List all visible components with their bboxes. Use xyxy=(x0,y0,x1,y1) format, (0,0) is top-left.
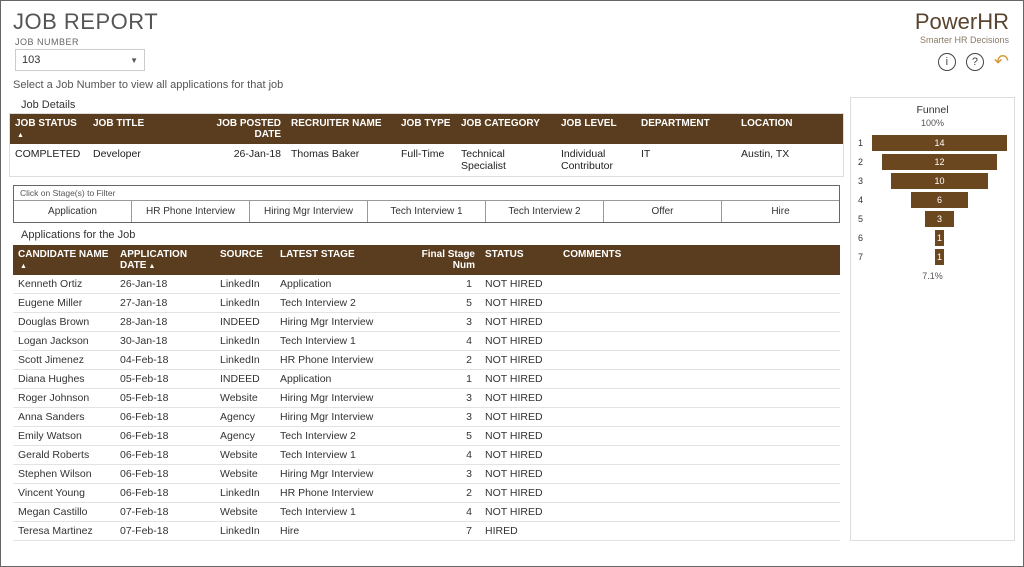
jd-col-level[interactable]: JOB LEVEL xyxy=(556,114,636,144)
table-row[interactable]: Kenneth Ortiz26-Jan-18LinkedInApplicatio… xyxy=(13,275,840,294)
funnel-stage-label: 2 xyxy=(853,157,867,167)
jd-col-posted[interactable]: JOB POSTED DATE xyxy=(208,114,286,144)
brand-tagline: Smarter HR Decisions xyxy=(915,35,1009,45)
funnel-bar-row[interactable]: 53 xyxy=(853,210,1012,227)
job-number-label: JOB NUMBER xyxy=(15,37,1009,47)
stage-button[interactable]: HR Phone Interview xyxy=(132,201,250,222)
funnel-bar: 12 xyxy=(882,154,998,170)
apps-col-name[interactable]: CANDIDATE NAME▲ xyxy=(13,245,115,275)
job-details-label: Job Details xyxy=(9,97,844,113)
table-row[interactable]: Douglas Brown28-Jan-18INDEEDHiring Mgr I… xyxy=(13,313,840,332)
stage-button[interactable]: Offer xyxy=(604,201,722,222)
table-row[interactable]: Scott Jimenez04-Feb-18LinkedInHR Phone I… xyxy=(13,351,840,370)
table-row[interactable]: Megan Castillo07-Feb-18WebsiteTech Inter… xyxy=(13,503,840,522)
table-row[interactable]: Gerald Roberts06-Feb-18WebsiteTech Inter… xyxy=(13,446,840,465)
funnel-title: Funnel xyxy=(853,102,1012,118)
stage-filter-hint: Click on Stage(s) to Filter xyxy=(14,188,839,200)
table-row[interactable]: Diana Hughes05-Feb-18INDEEDApplication1N… xyxy=(13,370,840,389)
stage-button[interactable]: Application xyxy=(14,201,132,222)
funnel-stage-label: 4 xyxy=(853,195,867,205)
apps-col-num[interactable]: Final Stage Num xyxy=(405,245,480,275)
helper-text: Select a Job Number to view all applicat… xyxy=(1,75,1023,97)
stage-filter: Click on Stage(s) to Filter ApplicationH… xyxy=(13,185,840,223)
stage-button[interactable]: Hiring Mgr Interview xyxy=(250,201,368,222)
funnel-bar: 1 xyxy=(935,249,945,265)
job-number-select[interactable]: 103 ▼ xyxy=(15,49,145,71)
page-title: JOB REPORT xyxy=(1,1,1023,37)
funnel-chart[interactable]: 11421231046536171 xyxy=(853,134,1012,265)
funnel-bar: 14 xyxy=(872,135,1007,151)
job-number-value: 103 xyxy=(22,54,40,66)
apps-col-status[interactable]: STATUS xyxy=(480,245,558,275)
undo-icon[interactable]: ↶ xyxy=(994,51,1009,72)
jd-col-recruiter[interactable]: RECRUITER NAME xyxy=(286,114,396,144)
funnel-stage-label: 6 xyxy=(853,233,867,243)
funnel-bar-row[interactable]: 2 12 xyxy=(853,153,1012,170)
table-row[interactable]: Vincent Young06-Feb-18LinkedInHR Phone I… xyxy=(13,484,840,503)
stage-button[interactable]: Hire xyxy=(722,201,839,222)
table-row[interactable]: Stephen Wilson06-Feb-18WebsiteHiring Mgr… xyxy=(13,465,840,484)
chevron-down-icon: ▼ xyxy=(130,56,138,65)
funnel-stage-label: 3 xyxy=(853,176,867,186)
jd-col-title[interactable]: JOB TITLE xyxy=(88,114,208,144)
jd-col-status[interactable]: JOB STATUS▲ xyxy=(10,114,88,144)
funnel-panel: Funnel 100% 11421231046536171 7.1% xyxy=(850,97,1015,541)
table-row[interactable]: Emily Watson06-Feb-18AgencyTech Intervie… xyxy=(13,427,840,446)
apps-col-stage[interactable]: LATEST STAGE xyxy=(275,245,405,275)
table-row[interactable]: Logan Jackson30-Jan-18LinkedInTech Inter… xyxy=(13,332,840,351)
table-row[interactable]: Roger Johnson05-Feb-18WebsiteHiring Mgr … xyxy=(13,389,840,408)
help-icon[interactable]: ? xyxy=(966,53,984,71)
brand-name: PowerHR xyxy=(915,9,1009,35)
jd-col-type[interactable]: JOB TYPE xyxy=(396,114,456,144)
table-row[interactable]: Eugene Miller27-Jan-18LinkedInTech Inter… xyxy=(13,294,840,313)
jd-col-location[interactable]: LOCATION xyxy=(736,114,804,144)
jd-col-dept[interactable]: DEPARTMENT xyxy=(636,114,736,144)
job-details-table: JOB STATUS▲ JOB TITLE JOB POSTED DATE RE… xyxy=(9,113,844,177)
funnel-bar-row[interactable]: 46 xyxy=(853,191,1012,208)
sort-up-icon: ▲ xyxy=(17,132,24,139)
funnel-bar-row[interactable]: 1 14 xyxy=(853,134,1012,151)
stage-button[interactable]: Tech Interview 2 xyxy=(486,201,604,222)
job-details-row: COMPLETED Developer 26-Jan-18 Thomas Bak… xyxy=(10,144,843,176)
apps-col-source[interactable]: SOURCE xyxy=(215,245,275,275)
info-icon[interactable]: i xyxy=(938,53,956,71)
brand-block: PowerHR Smarter HR Decisions i ? ↶ xyxy=(915,9,1009,72)
jd-col-category[interactable]: JOB CATEGORY xyxy=(456,114,556,144)
funnel-bar: 3 xyxy=(925,211,954,227)
funnel-bar: 6 xyxy=(911,192,969,208)
funnel-bottom-pct: 7.1% xyxy=(853,271,1012,281)
sort-up-icon: ▲ xyxy=(148,263,155,270)
sort-up-icon: ▲ xyxy=(20,263,27,270)
applications-label: Applications for the Job xyxy=(9,227,844,243)
funnel-bar-row[interactable]: 61 xyxy=(853,229,1012,246)
funnel-bar-row[interactable]: 71 xyxy=(853,248,1012,265)
funnel-top-pct: 100% xyxy=(853,118,1012,128)
apps-col-date[interactable]: APPLICATION DATE▲ xyxy=(115,245,215,275)
funnel-bar-row[interactable]: 3 10 xyxy=(853,172,1012,189)
funnel-stage-label: 7 xyxy=(853,252,867,262)
funnel-bar: 1 xyxy=(935,230,945,246)
funnel-stage-label: 5 xyxy=(853,214,867,224)
funnel-stage-label: 1 xyxy=(853,138,867,148)
funnel-bar: 10 xyxy=(891,173,987,189)
table-row[interactable]: Teresa Martinez07-Feb-18LinkedInHire7HIR… xyxy=(13,522,840,541)
apps-col-comments[interactable]: COMMENTS xyxy=(558,245,808,275)
table-row[interactable]: Anna Sanders06-Feb-18AgencyHiring Mgr In… xyxy=(13,408,840,427)
stage-button[interactable]: Tech Interview 1 xyxy=(368,201,486,222)
applications-table: CANDIDATE NAME▲ APPLICATION DATE▲ SOURCE… xyxy=(13,245,840,541)
